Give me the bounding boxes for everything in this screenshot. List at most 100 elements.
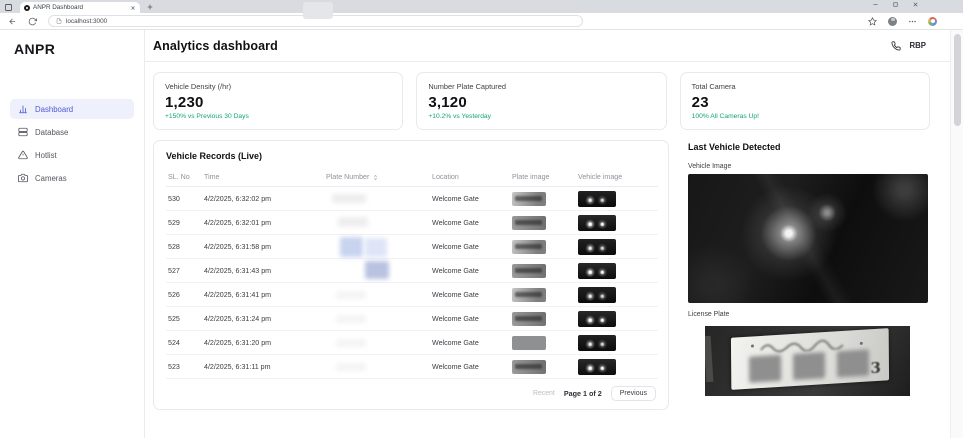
plate-number-redaction	[326, 260, 428, 281]
address-bar: localhost:3000	[0, 13, 963, 30]
more-menu-icon[interactable]	[908, 17, 917, 26]
page-icon	[56, 18, 62, 24]
anpr-app: ANPR Dashboard Database Hotlist Cameras …	[0, 30, 963, 438]
cell-sl-no: 528	[166, 234, 202, 259]
vehicle-image-thumbnail	[578, 358, 616, 375]
stat-delta: 100% All Cameras Up!	[691, 113, 759, 120]
cell-time: 4/2/2025, 6:31:20 pm	[202, 330, 324, 355]
tab-overview-icon[interactable]	[4, 3, 13, 12]
cell-sl-no: 527	[166, 258, 202, 283]
cell-time: 4/2/2025, 6:32:02 pm	[202, 186, 324, 211]
stat-value: 1,230	[165, 94, 204, 111]
cell-plate-number	[324, 258, 430, 283]
sidebar-item-label: Hotlist	[35, 150, 57, 160]
page-header: Analytics dashboard RBP	[145, 30, 950, 62]
cell-location: Welcome Gate	[430, 306, 510, 331]
stat-label: Total Camera	[691, 82, 736, 91]
browser-avatar[interactable]	[888, 16, 897, 26]
tab-title: ANPR Dashboard	[33, 4, 84, 11]
cell-location: Welcome Gate	[430, 234, 510, 259]
plate-image-thumbnail	[512, 263, 546, 278]
previous-button[interactable]: Previous	[610, 386, 656, 401]
cell-plate-number	[324, 354, 430, 379]
browser-chrome: ANPR Dashboard localhost:3000	[0, 0, 963, 30]
vehicle-image-thumbnail	[578, 214, 616, 231]
stat-card-plates-captured: Number Plate Captured 3,120 +10.2% vs Ye…	[416, 72, 667, 130]
sidebar-item-database[interactable]: Database	[10, 122, 134, 142]
cell-time: 4/2/2025, 6:31:11 pm	[202, 354, 324, 379]
refresh-icon[interactable]	[28, 17, 37, 26]
sidebar: ANPR Dashboard Database Hotlist Cameras	[0, 30, 145, 438]
vehicle-records-card: Vehicle Records (Live) SL. No Time Plate…	[153, 140, 669, 410]
vehicle-image-thumbnail	[578, 262, 616, 279]
user-label[interactable]: RBP	[910, 41, 926, 50]
cell-location: Welcome Gate	[430, 210, 510, 235]
database-icon	[18, 127, 28, 137]
camera-icon	[18, 173, 28, 183]
cell-plate-image	[510, 330, 576, 355]
plate-image-thumbnail	[512, 287, 546, 302]
sort-icon[interactable]	[372, 174, 379, 181]
stat-label: Number Plate Captured	[428, 82, 506, 91]
browser-tab[interactable]: ANPR Dashboard	[20, 2, 140, 13]
cell-sl-no: 529	[166, 210, 202, 235]
cell-location: Welcome Gate	[430, 186, 510, 211]
column-plate-number[interactable]: Plate Number	[324, 169, 430, 187]
table-row: 527 4/2/2025, 6:31:43 pm Welcome Gate	[166, 258, 658, 283]
minimize-icon[interactable]	[872, 1, 879, 8]
cell-sl-no: 525	[166, 306, 202, 331]
pagination: Recent Page 1 of 2 Previous	[166, 386, 656, 401]
vehicle-image	[688, 174, 928, 303]
stat-value: 3,120	[428, 94, 467, 111]
cell-vehicle-image	[576, 282, 658, 307]
tab-strip: ANPR Dashboard	[0, 0, 963, 19]
stat-delta: +10.2% vs Yesterday	[428, 113, 491, 120]
sidebar-item-cameras[interactable]: Cameras	[10, 168, 134, 188]
back-icon[interactable]	[8, 17, 17, 26]
vehicle-image-label: Vehicle Image	[688, 163, 732, 170]
sidebar-item-dashboard[interactable]: Dashboard	[10, 99, 134, 119]
maximize-icon[interactable]	[892, 1, 899, 8]
cell-location: Welcome Gate	[430, 330, 510, 355]
window-controls	[872, 1, 919, 8]
cell-time: 4/2/2025, 6:31:24 pm	[202, 306, 324, 331]
tab-close-icon[interactable]	[130, 5, 136, 11]
table-row: 524 4/2/2025, 6:31:20 pm Welcome Gate	[166, 330, 658, 355]
plate-image-thumbnail	[512, 239, 546, 254]
column-plate-image: Plate image	[510, 169, 576, 187]
sidebar-item-hotlist[interactable]: Hotlist	[10, 145, 134, 165]
cell-vehicle-image	[576, 258, 658, 283]
page-scrollbar[interactable]	[950, 30, 963, 438]
table-row: 525 4/2/2025, 6:31:24 pm Welcome Gate	[166, 306, 658, 331]
vehicle-image-thumbnail	[578, 310, 616, 327]
cell-plate-image	[510, 258, 576, 283]
profile-icon[interactable]	[928, 16, 937, 26]
cell-location: Welcome Gate	[430, 282, 510, 307]
table-row: 529 4/2/2025, 6:32:01 pm Welcome Gate	[166, 210, 658, 235]
cell-sl-no: 530	[166, 186, 202, 211]
vehicle-records-table: SL. No Time Plate Number Location Plate …	[166, 169, 658, 379]
close-icon[interactable]	[912, 1, 919, 8]
stat-label: Vehicle Density (/hr)	[165, 82, 232, 91]
main-area: Analytics dashboard RBP Vehicle Density …	[145, 30, 950, 438]
tab-favicon	[24, 4, 30, 11]
scrollbar-thumb[interactable]	[954, 34, 961, 126]
recent-button[interactable]: Recent	[533, 390, 555, 397]
column-vehicle-image: Vehicle image	[576, 169, 658, 187]
plate-number-redaction	[326, 189, 428, 209]
column-sl-no: SL. No	[166, 169, 202, 187]
url-text: localhost:3000	[66, 17, 108, 25]
phone-icon[interactable]	[890, 40, 901, 51]
cell-vehicle-image	[576, 330, 658, 355]
last-vehicle-title: Last Vehicle Detected	[688, 142, 781, 152]
plate-number-redaction	[326, 236, 428, 257]
sidebar-item-label: Database	[35, 127, 69, 137]
records-title: Vehicle Records (Live)	[166, 151, 263, 161]
license-plate: 3	[730, 328, 890, 390]
new-tab-icon[interactable]	[146, 3, 154, 11]
plate-visible-digit: 3	[870, 358, 882, 378]
favorites-icon[interactable]	[868, 16, 877, 26]
cell-plate-image	[510, 186, 576, 211]
table-row: 530 4/2/2025, 6:32:02 pm Welcome Gate	[166, 186, 658, 211]
page-title: Analytics dashboard	[153, 38, 278, 53]
